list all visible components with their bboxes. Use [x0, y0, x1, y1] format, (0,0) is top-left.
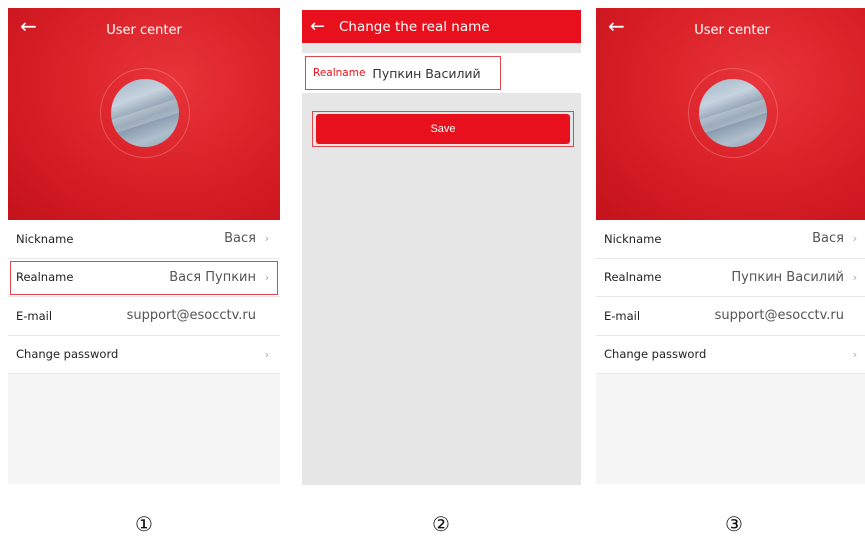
profile-header: ← User center [8, 8, 280, 220]
email-value: support@esocctv.ru [126, 308, 256, 324]
title-bar: ← Change the real name [302, 10, 581, 43]
realname-input-value[interactable]: Пупкин Василий [372, 66, 480, 81]
avatar[interactable] [699, 79, 767, 147]
change-password-label: Change password [16, 347, 119, 362]
realname-value: Вася Пупкин [169, 269, 256, 285]
realname-input[interactable]: Realname Пупкин Василий [305, 56, 501, 90]
step-marker-3: ③ [725, 512, 743, 536]
email-row: E-mail support@esocctv.ru [8, 297, 280, 336]
avatar-ring [688, 68, 778, 158]
chevron-right-icon: › [264, 232, 270, 246]
realname-input-label: Realname [313, 67, 366, 79]
change-password-row[interactable]: Change password › [596, 336, 865, 374]
email-row: E-mail support@esocctv.ru [596, 297, 865, 336]
realname-row[interactable]: Realname Пупкин Василий › [596, 259, 865, 297]
chevron-right-icon: › [852, 232, 858, 246]
page-title: Change the real name [339, 19, 490, 35]
chevron-right-icon: › [264, 270, 270, 284]
nickname-label: Nickname [604, 231, 662, 246]
email-label: E-mail [604, 308, 641, 323]
nickname-value: Вася [224, 231, 256, 247]
nickname-row[interactable]: Nickname Вася › [596, 220, 865, 259]
avatar-ring [100, 68, 190, 158]
chevron-right-icon: › [852, 270, 858, 284]
realname-field-row: Realname Пупкин Василий [302, 53, 581, 93]
realname-label: Realname [16, 270, 74, 285]
save-button[interactable]: Save [316, 114, 570, 144]
profile-header: ← User center [596, 8, 865, 220]
chevron-right-icon: › [852, 347, 858, 361]
chevron-right-icon: › [264, 347, 270, 361]
page-title: User center [106, 23, 182, 38]
realname-label: Realname [604, 270, 662, 285]
realname-row[interactable]: Realname Вася Пупкин › [8, 259, 280, 297]
profile-list: Nickname Вася › Realname Вася Пупкин › E… [8, 220, 280, 374]
avatar[interactable] [111, 79, 179, 147]
email-value: support@esocctv.ru [714, 308, 844, 324]
nickname-value: Вася [812, 231, 844, 247]
page-title: User center [694, 23, 770, 38]
change-realname-screen: ← Change the real name Realname Пупкин В… [302, 10, 581, 485]
nickname-row[interactable]: Nickname Вася › [8, 220, 280, 259]
change-password-row[interactable]: Change password › [8, 336, 280, 374]
email-label: E-mail [16, 308, 53, 323]
user-center-screen-3: ← User center Nickname Вася › Realname П… [596, 8, 865, 484]
step-marker-2: ② [432, 512, 450, 536]
back-arrow-icon[interactable]: ← [310, 16, 325, 37]
step-marker-1: ① [135, 512, 153, 536]
nickname-label: Nickname [16, 231, 74, 246]
profile-list: Nickname Вася › Realname Пупкин Василий … [596, 220, 865, 374]
save-highlight: Save [312, 111, 574, 147]
change-password-label: Change password [604, 347, 707, 362]
realname-value: Пупкин Василий [731, 269, 844, 285]
user-center-screen-1: ← User center Nickname Вася › Realname В… [8, 8, 280, 484]
